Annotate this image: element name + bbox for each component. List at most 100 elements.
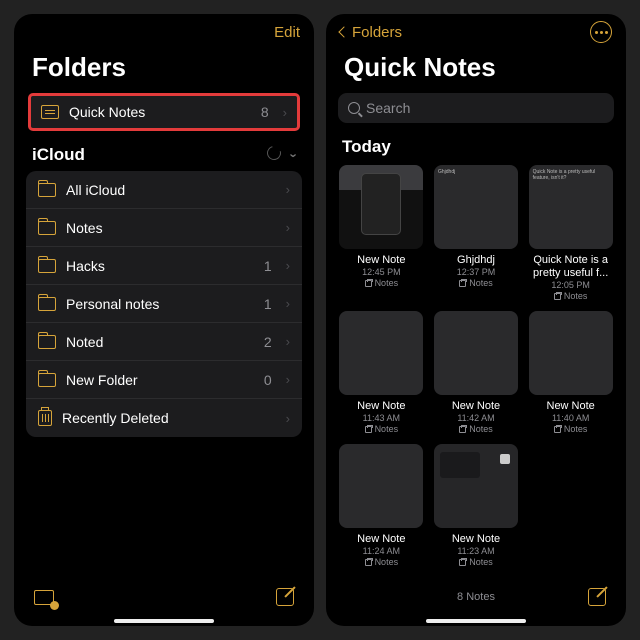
- right-navbar: Folders: [326, 14, 626, 50]
- folder-icon: [38, 183, 56, 197]
- folder-icon: [38, 335, 56, 349]
- folder-row[interactable]: All iCloud ›: [26, 171, 302, 209]
- search-field[interactable]: Search: [338, 93, 614, 123]
- folder-row[interactable]: Personal notes 1 ›: [26, 285, 302, 323]
- back-button[interactable]: Folders: [340, 24, 402, 41]
- edit-button[interactable]: Edit: [274, 24, 300, 41]
- folder-icon: [38, 373, 56, 387]
- folder-row[interactable]: New Folder 0 ›: [26, 361, 302, 399]
- folder-label: All iCloud: [66, 182, 262, 198]
- note-thumbnail: [339, 311, 423, 395]
- note-time: 12:37 PM: [457, 267, 496, 277]
- icloud-section-title: iCloud: [32, 145, 85, 165]
- icloud-section-header[interactable]: iCloud ›: [14, 145, 314, 171]
- chevron-down-icon[interactable]: ›: [286, 153, 301, 157]
- note-location: Notes: [554, 291, 588, 301]
- chevron-right-icon: ›: [286, 334, 290, 349]
- note-card[interactable]: New Note11:43 AMNotes: [338, 311, 425, 434]
- folder-glyph-icon: [459, 426, 466, 433]
- folder-count: 0: [264, 372, 272, 388]
- note-time: 11:23 AM: [457, 546, 494, 556]
- chevron-right-icon: ›: [286, 372, 290, 387]
- folder-row[interactable]: Noted 2 ›: [26, 323, 302, 361]
- folder-label: Personal notes: [66, 296, 254, 312]
- folder-list: All iCloud›Notes›Hacks1›Personal notes1›…: [26, 171, 302, 437]
- note-grid: New Note12:45 PMNotesGhjdhdjGhjdhdj12:37…: [326, 165, 626, 567]
- folder-row[interactable]: Recently Deleted›: [26, 399, 302, 437]
- note-time: 11:43 AM: [363, 413, 400, 423]
- note-thumbnail: [434, 444, 518, 528]
- note-time: 12:05 PM: [551, 280, 590, 290]
- chevron-right-icon: ›: [286, 296, 290, 311]
- note-card[interactable]: Quick Note is a pretty useful feature, i…: [527, 165, 614, 301]
- folder-label: New Folder: [66, 372, 254, 388]
- quick-notes-count: 8: [261, 104, 269, 120]
- note-card[interactable]: New Note11:42 AMNotes: [433, 311, 520, 434]
- note-location: Notes: [365, 424, 399, 434]
- note-time: 11:24 AM: [363, 546, 400, 556]
- new-folder-button[interactable]: [34, 590, 54, 605]
- compose-button[interactable]: [588, 588, 606, 606]
- left-navbar: Edit: [14, 14, 314, 50]
- page-title: Quick Notes: [326, 50, 626, 93]
- folder-glyph-icon: [365, 280, 372, 287]
- compose-button[interactable]: [276, 588, 294, 606]
- folder-glyph-icon: [459, 280, 466, 287]
- trash-icon: [38, 410, 52, 426]
- folder-glyph-icon: [459, 559, 466, 566]
- note-thumbnail: [339, 165, 423, 249]
- quick-notes-label: Quick Notes: [69, 104, 251, 120]
- quick-notes-screen: Folders Quick Notes Search Today New Not…: [326, 14, 626, 626]
- note-card[interactable]: New Note11:23 AMNotes: [433, 444, 520, 567]
- note-count-label: 8 Notes: [326, 591, 626, 603]
- chevron-right-icon: ›: [286, 220, 290, 235]
- note-card[interactable]: New Note11:24 AMNotes: [338, 444, 425, 567]
- today-section-title: Today: [326, 133, 626, 165]
- folder-glyph-icon: [554, 293, 561, 300]
- note-location: Notes: [459, 278, 493, 288]
- quick-notes-row[interactable]: Quick Notes 8 ›: [28, 93, 300, 131]
- more-button[interactable]: [590, 21, 612, 43]
- quick-note-icon: [41, 105, 59, 119]
- note-title: New Note: [452, 533, 500, 545]
- folder-row[interactable]: Notes›: [26, 209, 302, 247]
- note-title: New Note: [452, 400, 500, 412]
- folder-label: Hacks: [66, 258, 254, 274]
- home-indicator[interactable]: [426, 619, 526, 623]
- folder-icon: [38, 297, 56, 311]
- note-location: Notes: [459, 557, 493, 567]
- sync-and-collapse: ›: [267, 145, 296, 165]
- note-thumbnail: [529, 311, 613, 395]
- note-title: Ghjdhdj: [457, 254, 495, 266]
- note-time: 11:42 AM: [457, 413, 494, 423]
- note-location: Notes: [365, 557, 399, 567]
- note-thumbnail: [339, 444, 423, 528]
- folder-row[interactable]: Hacks1›: [26, 247, 302, 285]
- folder-icon: [38, 259, 56, 273]
- home-indicator[interactable]: [114, 619, 214, 623]
- page-title: Folders: [14, 50, 314, 93]
- note-card[interactable]: New Note11:40 AMNotes: [527, 311, 614, 434]
- sync-spinner-icon: [264, 143, 283, 162]
- folder-glyph-icon: [365, 559, 372, 566]
- chevron-right-icon: ›: [286, 258, 290, 273]
- folder-count: 1: [264, 296, 272, 312]
- note-card[interactable]: New Note12:45 PMNotes: [338, 165, 425, 301]
- note-thumbnail: Quick Note is a pretty useful feature, i…: [529, 165, 613, 249]
- search-icon: [348, 102, 360, 114]
- chevron-right-icon: ›: [286, 411, 290, 426]
- note-thumbnail: [434, 311, 518, 395]
- chevron-left-icon: [338, 26, 349, 37]
- folder-label: Noted: [66, 334, 254, 350]
- note-title: Quick Note is a pretty useful f...: [528, 254, 614, 279]
- folder-glyph-icon: [554, 426, 561, 433]
- note-card[interactable]: GhjdhdjGhjdhdj12:37 PMNotes: [433, 165, 520, 301]
- chevron-right-icon: ›: [286, 182, 290, 197]
- folder-count: 2: [264, 334, 272, 350]
- note-time: 12:45 PM: [362, 267, 401, 277]
- search-placeholder: Search: [366, 100, 410, 116]
- folder-glyph-icon: [365, 426, 372, 433]
- note-thumbnail: Ghjdhdj: [434, 165, 518, 249]
- note-title: New Note: [357, 254, 405, 266]
- note-location: Notes: [365, 278, 399, 288]
